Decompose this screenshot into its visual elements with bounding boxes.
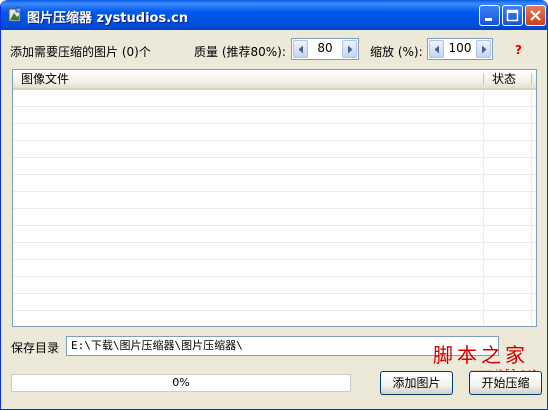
column-header-status[interactable]: 状态: [484, 70, 531, 88]
list-body[interactable]: [13, 90, 536, 326]
progress-bar: 0%: [11, 374, 351, 392]
save-directory-label: 保存目录: [11, 341, 60, 355]
arrow-right-icon: [482, 45, 487, 54]
quality-spinner[interactable]: 80: [291, 38, 359, 60]
column-gridline: [531, 90, 532, 326]
add-image-button[interactable]: 添加图片: [380, 371, 453, 395]
progress-text: 0%: [172, 376, 190, 389]
minimize-icon: [485, 18, 492, 21]
scale-label: 缩放 (%):: [370, 45, 423, 59]
image-file-list[interactable]: 图像文件 状态: [12, 69, 537, 327]
title-bar[interactable]: 图片压缩器 zystudios.cn: [1, 0, 547, 30]
files-added-label: 添加需要压缩的图片 (0)个: [10, 45, 151, 59]
column-gridline: [483, 90, 484, 326]
arrow-right-icon: [348, 45, 353, 54]
quality-decrease-button[interactable]: [293, 40, 308, 58]
column-header-image-file[interactable]: 图像文件: [13, 70, 483, 88]
close-button[interactable]: [525, 5, 546, 26]
maximize-button[interactable]: [502, 5, 523, 26]
scale-decrease-button[interactable]: [429, 40, 444, 58]
client-area: 添加需要压缩的图片 (0)个 质量 (推荐80%): 80 缩放 (%): 10…: [4, 30, 545, 407]
watermark-logo: 脚本之家: [433, 343, 529, 367]
quality-value[interactable]: 80: [310, 41, 340, 55]
arrow-left-icon: [298, 45, 303, 54]
list-header: 图像文件 状态: [13, 70, 536, 90]
minimize-button[interactable]: [479, 5, 500, 26]
column-divider[interactable]: [531, 73, 532, 85]
help-icon[interactable]: ?: [515, 43, 522, 57]
arrow-left-icon: [434, 45, 439, 54]
quality-increase-button[interactable]: [342, 40, 357, 58]
scale-spinner[interactable]: 100: [427, 38, 493, 60]
start-compress-button[interactable]: 开始压缩: [469, 371, 542, 395]
scale-increase-button[interactable]: [476, 40, 491, 58]
quality-label: 质量 (推荐80%):: [194, 45, 286, 59]
close-icon: [530, 10, 541, 21]
maximize-icon: [506, 9, 519, 22]
scale-value[interactable]: 100: [446, 41, 474, 55]
window-title: 图片压缩器 zystudios.cn: [27, 11, 189, 26]
app-icon: [7, 7, 23, 23]
app-window: 图片压缩器 zystudios.cn 添加需要压缩的图片 (0)个 质量 (推荐…: [0, 0, 548, 410]
